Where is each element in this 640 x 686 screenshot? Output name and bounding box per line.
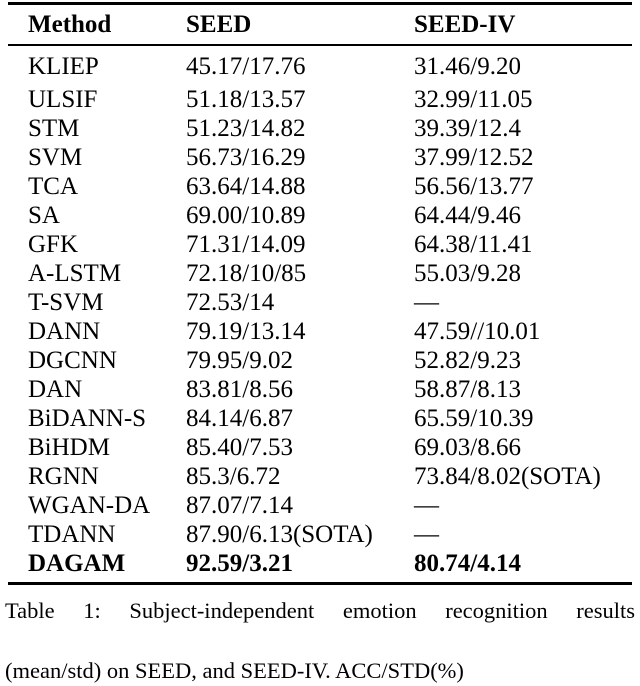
- cell-method: STM: [28, 115, 80, 142]
- cell-seed: 79.95/9.02: [186, 347, 293, 374]
- cell-seed-iv: 73.84/8.02(SOTA): [414, 463, 601, 490]
- cell-method: ULSIF: [28, 86, 98, 113]
- table-row: A-LSTM 72.18/10/85 55.03/9.28: [8, 259, 632, 288]
- cell-method: TDANN: [28, 521, 116, 548]
- cell-seed-iv: 56.56/13.77: [414, 173, 534, 200]
- cell-seed: 51.18/13.57: [186, 86, 306, 113]
- cell-method: DAGAM: [28, 550, 126, 577]
- table-row: GFK 71.31/14.09 64.38/11.41: [8, 230, 632, 259]
- cell-method: TCA: [28, 173, 78, 200]
- cell-seed-iv: 31.46/9.20: [414, 53, 521, 80]
- cell-seed: 92.59/3.21: [186, 550, 293, 577]
- results-table-container: Method SEED SEED-IV KLIEP 45.17/17.76 31.4…: [8, 2, 632, 585]
- cell-seed-iv: 64.44/9.46: [414, 202, 521, 229]
- cell-seed-iv: 55.03/9.28: [414, 260, 521, 287]
- table-row: TDANN 87.90/6.13(SOTA) —: [8, 520, 632, 549]
- cell-seed-iv: 47.59//10.01: [414, 318, 541, 345]
- cell-seed: 79.19/13.14: [186, 318, 306, 345]
- table-header: Method SEED SEED-IV: [8, 5, 632, 44]
- cell-seed-iv: 69.03/8.66: [414, 434, 521, 461]
- table-row: STM 51.23/14.82 39.39/12.4: [8, 114, 632, 143]
- cell-method: DAN: [28, 376, 83, 403]
- table-row: TCA 63.64/14.88 56.56/13.77: [8, 172, 632, 201]
- column-header-method: Method: [28, 11, 112, 38]
- cell-method: BiDANN-S: [28, 405, 147, 432]
- cell-seed: 85.3/6.72: [186, 463, 281, 490]
- cell-method: GFK: [28, 231, 79, 258]
- cell-seed: 85.40/7.53: [186, 434, 293, 461]
- cell-seed: 63.64/14.88: [186, 173, 306, 200]
- table-row: DANN 79.19/13.14 47.59//10.01: [8, 317, 632, 346]
- caption-line-1: Table 1: Subject-independent emotion rec…: [5, 598, 635, 623]
- cell-seed: 83.81/8.56: [186, 376, 293, 403]
- cell-seed: 51.23/14.82: [186, 115, 306, 142]
- cell-seed-iv: 32.99/11.05: [414, 86, 533, 113]
- cell-method: KLIEP: [28, 53, 99, 80]
- cell-method: T-SVM: [28, 289, 104, 316]
- cell-seed-iv: 39.39/12.4: [414, 115, 521, 142]
- table-bottom-rule: [8, 582, 632, 585]
- column-header-seed: SEED: [186, 11, 252, 38]
- cell-seed-iv: 65.59/10.39: [414, 405, 534, 432]
- table-row: DAGAM 92.59/3.21 80.74/4.14: [8, 549, 632, 582]
- cell-method: WGAN-DA: [28, 492, 151, 519]
- results-table-body: KLIEP 45.17/17.76 31.46/9.20 ULSIF 51.18/13.…: [8, 46, 632, 582]
- cell-seed-iv: —: [414, 521, 439, 548]
- cell-seed-iv: 58.87/8.13: [414, 376, 521, 403]
- cell-seed: 87.07/7.14: [186, 492, 293, 519]
- cell-seed-iv: 64.38/11.41: [414, 231, 533, 258]
- cell-seed-iv: 52.82/9.23: [414, 347, 521, 374]
- table-figure-page: Method SEED SEED-IV KLIEP 45.17/17.76 31.4…: [0, 0, 640, 683]
- table-caption: Table 1: Subject-independent emotion rec…: [5, 596, 635, 686]
- cell-seed: 72.18/10/85: [186, 260, 307, 287]
- cell-seed: 56.73/16.29: [186, 144, 306, 171]
- table-row: SA 69.00/10.89 64.44/9.46: [8, 201, 632, 230]
- table-row: T-SVM 72.53/14 —: [8, 288, 632, 317]
- table-row: BiHDM 85.40/7.53 69.03/8.66: [8, 433, 632, 462]
- table-row: DGCNN 79.95/9.02 52.82/9.23: [8, 346, 632, 375]
- cell-seed: 72.53/14: [186, 289, 275, 316]
- cell-method: SVM: [28, 144, 83, 171]
- table-row: WGAN-DA 87.07/7.14 —: [8, 491, 632, 520]
- results-table: Method SEED SEED-IV: [8, 5, 632, 44]
- cell-method: A-LSTM: [28, 260, 122, 287]
- cell-seed-iv: 80.74/4.14: [414, 550, 521, 577]
- caption-line-2: (mean/std) on SEED, and SEED-IV. ACC/STD…: [5, 658, 464, 683]
- cell-seed: 69.00/10.89: [186, 202, 306, 229]
- cell-seed-iv: 37.99/12.52: [414, 144, 534, 171]
- column-header-seed-iv: SEED-IV: [414, 11, 516, 38]
- cell-seed: 84.14/6.87: [186, 405, 293, 432]
- table-row: KLIEP 45.17/17.76 31.46/9.20: [8, 46, 632, 85]
- table-row: RGNN 85.3/6.72 73.84/8.02(SOTA): [8, 462, 632, 491]
- cell-method: BiHDM: [28, 434, 110, 461]
- cell-seed: 45.17/17.76: [186, 53, 306, 80]
- cell-seed-iv: —: [414, 289, 439, 316]
- cell-method: SA: [28, 202, 60, 229]
- cell-seed: 71.31/14.09: [186, 231, 306, 258]
- cell-method: DANN: [28, 318, 101, 345]
- table-row: ULSIF 51.18/13.57 32.99/11.05: [8, 85, 632, 114]
- table-header-row: Method SEED SEED-IV: [8, 5, 632, 44]
- cell-seed: 87.90/6.13(SOTA): [186, 521, 373, 548]
- cell-method: RGNN: [28, 463, 99, 490]
- table-body: KLIEP 45.17/17.76 31.46/9.20 ULSIF 51.18/13.…: [8, 46, 632, 582]
- table-row: SVM 56.73/16.29 37.99/12.52: [8, 143, 632, 172]
- table-row: DAN 83.81/8.56 58.87/8.13: [8, 375, 632, 404]
- cell-seed-iv: —: [414, 492, 439, 519]
- table-row: BiDANN-S 84.14/6.87 65.59/10.39: [8, 404, 632, 433]
- cell-method: DGCNN: [28, 347, 117, 374]
